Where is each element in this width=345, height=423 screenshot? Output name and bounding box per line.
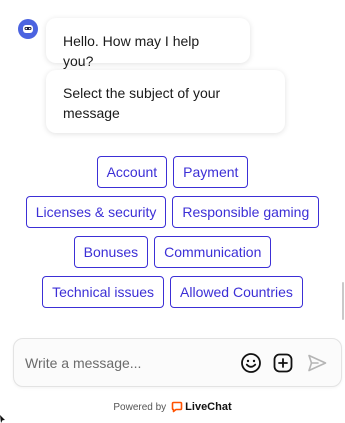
cursor-icon bbox=[0, 415, 5, 423]
message-text: Select the subject of your message bbox=[63, 85, 221, 121]
quick-reply-row: Technical issues Allowed Countries bbox=[42, 276, 303, 308]
chat-widget: Hello. How may I help you? Select the su… bbox=[0, 0, 345, 423]
plus-square-icon[interactable] bbox=[272, 352, 294, 374]
livechat-logo-icon bbox=[171, 401, 183, 413]
quick-reply-row: Account Payment bbox=[96, 156, 249, 188]
livechat-link[interactable]: LiveChat bbox=[171, 401, 232, 413]
message-bubble: Select the subject of your message bbox=[46, 70, 285, 133]
bot-avatar-icon bbox=[18, 19, 38, 39]
message-bubble: Hello. How may I help you? bbox=[46, 18, 250, 69]
quick-reply-row: Licenses & security Responsible gaming bbox=[25, 196, 320, 228]
quick-reply-bonuses[interactable]: Bonuses bbox=[73, 236, 149, 268]
quick-reply-allowed-countries[interactable]: Allowed Countries bbox=[170, 276, 303, 308]
quick-reply-responsible-gaming[interactable]: Responsible gaming bbox=[172, 196, 320, 228]
powered-by-label: Powered by bbox=[113, 401, 167, 413]
message-input[interactable] bbox=[25, 353, 230, 373]
smiley-icon[interactable] bbox=[240, 352, 262, 374]
message-composer bbox=[13, 338, 342, 387]
quick-reply-account[interactable]: Account bbox=[96, 156, 168, 188]
quick-reply-payment[interactable]: Payment bbox=[173, 156, 249, 188]
scrollbar-thumb[interactable] bbox=[342, 282, 344, 320]
powered-by: Powered by LiveChat bbox=[0, 400, 345, 414]
quick-reply-technical-issues[interactable]: Technical issues bbox=[42, 276, 165, 308]
livechat-brand: LiveChat bbox=[185, 401, 232, 413]
message-text: Hello. How may I help you? bbox=[63, 33, 200, 69]
send-icon[interactable] bbox=[306, 352, 328, 374]
quick-reply-licenses-security[interactable]: Licenses & security bbox=[25, 196, 167, 228]
quick-replies: Account Payment Licenses & security Resp… bbox=[0, 156, 345, 308]
quick-reply-communication[interactable]: Communication bbox=[154, 236, 272, 268]
quick-reply-row: Bonuses Communication bbox=[73, 236, 272, 268]
